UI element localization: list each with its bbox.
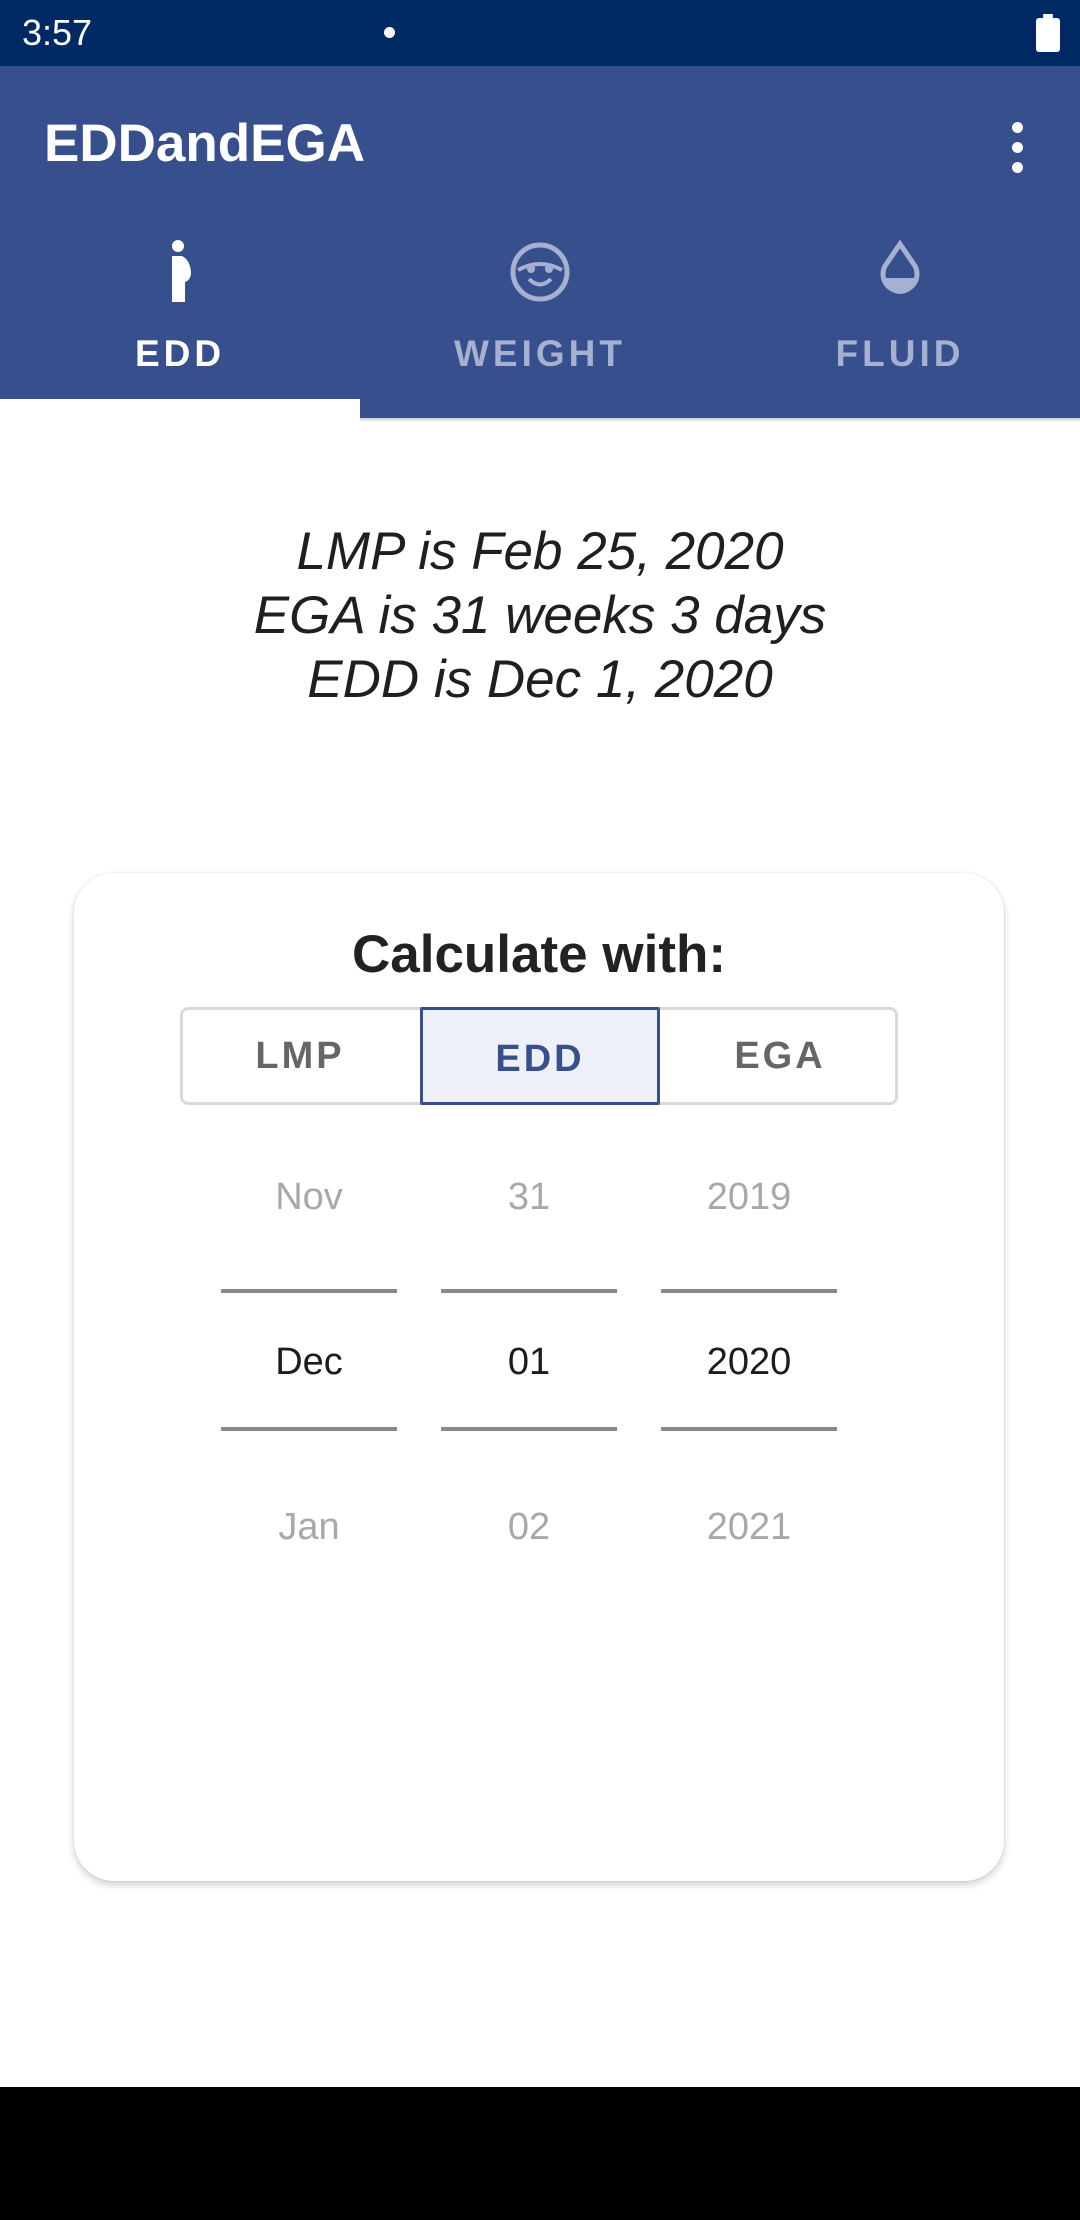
picker-divider — [221, 1289, 397, 1293]
water-drop-icon — [880, 239, 920, 294]
app-title: EDDandEGA — [44, 114, 365, 173]
battery-icon — [1036, 14, 1060, 52]
picker-next-value[interactable]: 2021 — [661, 1503, 837, 1551]
tab-edd[interactable]: EDD — [0, 236, 360, 418]
picker-divider — [441, 1289, 617, 1293]
notification-dot-icon — [384, 27, 395, 38]
edd-result: EDD is Dec 1, 2020 — [307, 650, 773, 709]
ega-segment-button[interactable]: EGA — [660, 1007, 900, 1105]
baby-face-icon — [510, 242, 570, 302]
ega-result: EGA is 31 weeks 3 days — [253, 586, 827, 645]
lmp-result: LMP is Feb 25, 2020 — [296, 522, 784, 581]
picker-selected-value[interactable]: 2020 — [661, 1338, 837, 1386]
tab-label: FLUID — [835, 333, 965, 374]
card-title: Calculate with: — [351, 925, 726, 984]
status-bar: 3:57 — [0, 0, 1080, 66]
result-summary: LMP is Feb 25, 2020 EGA is 31 weeks 3 da… — [0, 520, 1080, 712]
tab-fluid[interactable]: FLUID — [720, 236, 1080, 418]
tab-label: EDD — [134, 333, 226, 374]
tab-weight[interactable]: WEIGHT — [360, 236, 720, 418]
lmp-segment-button[interactable]: LMP — [180, 1007, 420, 1105]
calculation-mode-toggle: LMP EDD EGA — [180, 1007, 898, 1105]
picker-divider — [441, 1427, 617, 1431]
picker-prev-value[interactable]: 31 — [441, 1173, 617, 1221]
divider — [360, 418, 1080, 422]
tab-indicator — [0, 399, 360, 418]
picker-prev-value[interactable]: Nov — [221, 1173, 397, 1221]
picker-divider — [661, 1289, 837, 1293]
pregnant-person-icon — [172, 240, 191, 302]
calculator-card: Calculate with: LMP EDD EGA Nov Dec Jan … — [74, 873, 1004, 1881]
picker-selected-value[interactable]: 01 — [441, 1338, 617, 1386]
edd-segment-button[interactable]: EDD — [420, 1007, 660, 1105]
tab-label: WEIGHT — [454, 333, 626, 374]
picker-selected-value[interactable]: Dec — [221, 1338, 397, 1386]
picker-next-value[interactable]: Jan — [221, 1503, 397, 1551]
app-bar: EDDandEGA EDD WEIGHT FLUID — [0, 66, 1080, 418]
picker-next-value[interactable]: 02 — [441, 1503, 617, 1551]
picker-divider — [221, 1427, 397, 1431]
system-navigation-bar — [0, 2087, 1080, 2220]
more-vertical-icon[interactable] — [1000, 120, 1036, 176]
picker-divider — [661, 1427, 837, 1431]
picker-prev-value[interactable]: 2019 — [661, 1173, 837, 1221]
status-time: 3:57 — [22, 12, 93, 53]
